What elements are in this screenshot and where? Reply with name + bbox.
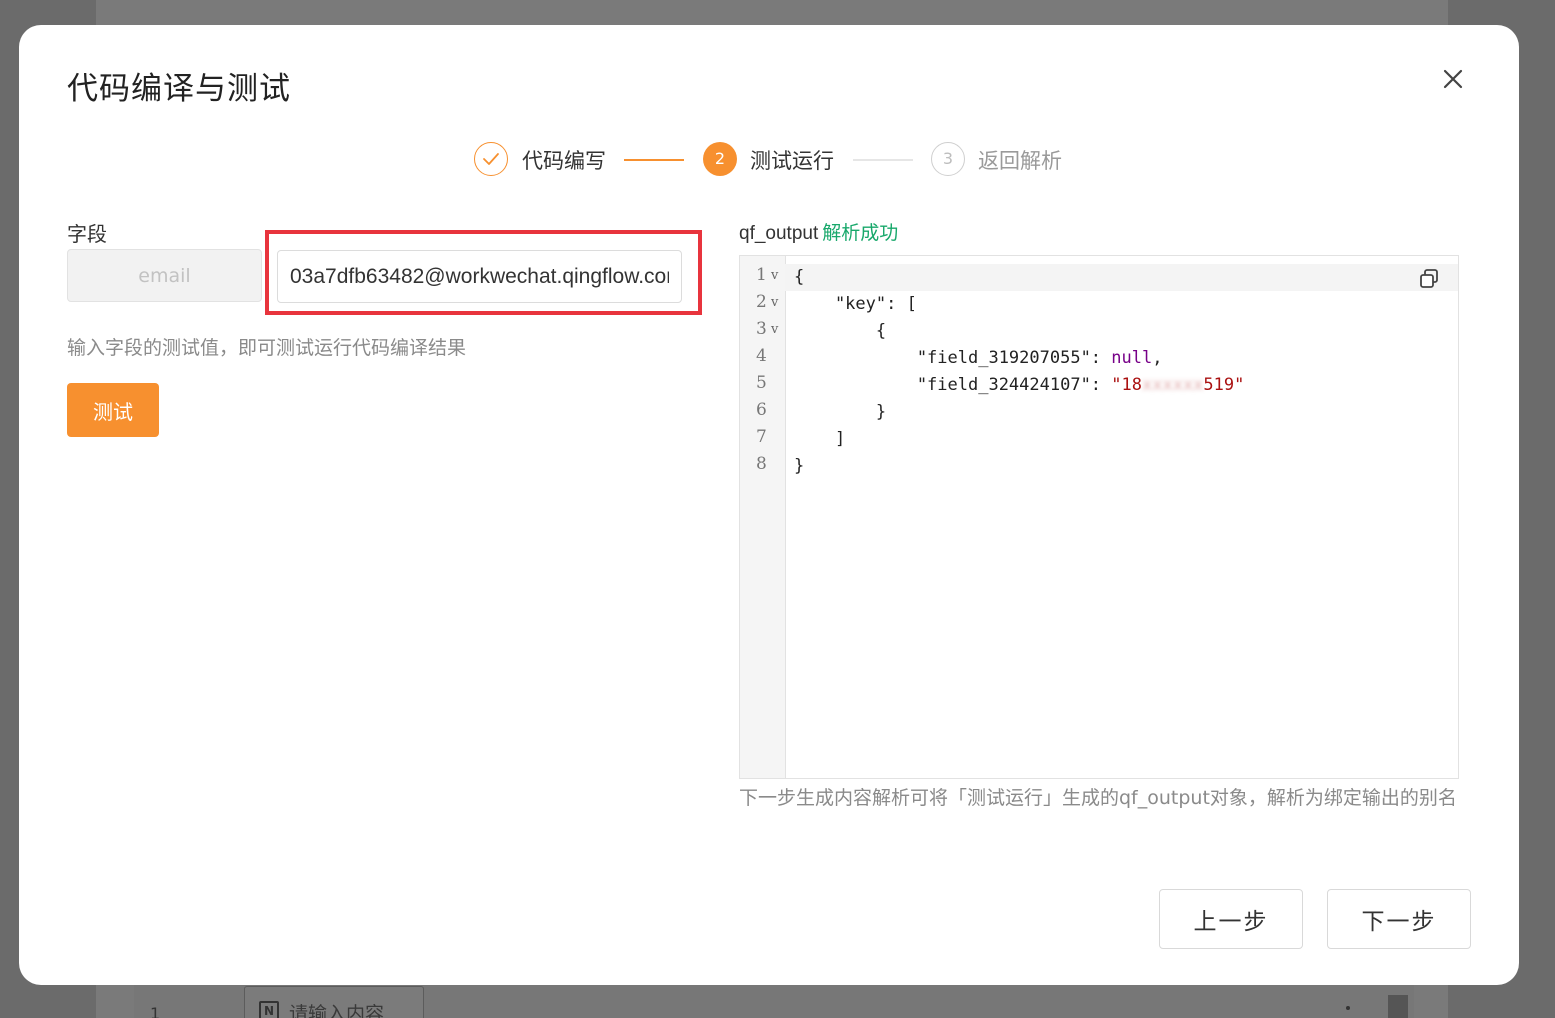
copy-button[interactable] [1418,268,1440,290]
gutter-line: 6 [756,400,767,420]
gutter-line: 5 [756,373,767,393]
close-icon [1443,69,1463,89]
backdrop-scrollbar [1388,995,1408,1018]
fold-chevron-icon[interactable]: v [771,295,778,310]
next-step-button[interactable]: 下一步 [1327,889,1471,949]
text-field-icon: N [259,1001,279,1018]
step-3-circle: 3 [931,142,965,176]
field-section-label: 字段 [67,222,107,246]
backdrop-row-number: 1 [150,1004,161,1018]
backdrop-input: N 请输入内容 [244,986,424,1018]
gutter-line: 8 [756,454,767,474]
output-key: qf_output [739,223,819,244]
more-icon [1346,1006,1350,1010]
dialog-title: 代码编译与测试 [67,71,291,107]
backdrop-input-placeholder: 请输入内容 [289,1003,385,1018]
step-1-label: 代码编写 [522,149,606,173]
gutter-line: 3 v [756,319,779,339]
output-header: qf_output 解析成功 [739,218,898,245]
code-line: "field_319207055": null, [794,345,1163,372]
code-string-value: 519" [1203,375,1245,395]
step-indicator: 代码编写 2 测试运行 3 返回解析 [19,140,1519,180]
step-connector-1 [624,159,684,161]
gutter-line: 4 [756,346,767,366]
test-value-input[interactable] [277,250,682,303]
fold-chevron-icon[interactable]: v [771,322,778,337]
code-string-value: "18 [1111,375,1142,395]
fold-chevron-icon[interactable]: v [771,268,778,283]
code-key: "field_319207055": [794,348,1112,368]
test-button[interactable]: 测试 [67,383,159,437]
redacted-text: xxxxxx [1142,375,1204,395]
close-button[interactable] [1439,65,1467,93]
field-name-cell: email [67,249,262,302]
check-icon [483,153,499,165]
code-null-value: null [1111,348,1153,368]
code-line: "key": [ [794,294,917,314]
code-line: ] [794,429,846,449]
output-note: 下一步生成内容解析可将「测试运行」生成的qf_output对象，解析为绑定输出的… [739,787,1457,809]
code-key: "field_324424107": [794,375,1112,395]
code-punct: , [1152,348,1163,368]
step-2-circle: 2 [703,142,737,176]
code-line: } [794,456,805,476]
previous-step-button[interactable]: 上一步 [1159,889,1303,949]
code-line: { [794,321,887,341]
gutter-line: 1 v [756,265,779,285]
code-line: "field_324424107": "18xxxxxx519" [794,372,1245,399]
copy-icon [1420,269,1438,288]
step-2-label: 测试运行 [750,149,834,173]
gutter-line: 2 v [756,292,779,312]
output-code-viewer[interactable]: 1 v 2 v 3 v 4 5 6 7 8 {"key": [{"fiel… [739,255,1459,779]
line-number-gutter: 1 v 2 v 3 v 4 5 6 7 8 [740,256,786,778]
code-line: } [794,402,887,422]
active-line-highlight [785,264,1458,291]
code-line: { [794,267,805,287]
step-connector-2 [853,159,913,161]
step-3-label: 返回解析 [978,149,1062,173]
step-1-circle [474,142,508,176]
gutter-line: 7 [756,427,767,447]
parse-status: 解析成功 [822,222,899,244]
code-compile-test-dialog: 代码编译与测试 代码编写 2 测试运行 3 返回解析 字段 email 输入字段… [19,25,1519,985]
field-hint: 输入字段的测试值，即可测试运行代码编译结果 [67,337,467,359]
